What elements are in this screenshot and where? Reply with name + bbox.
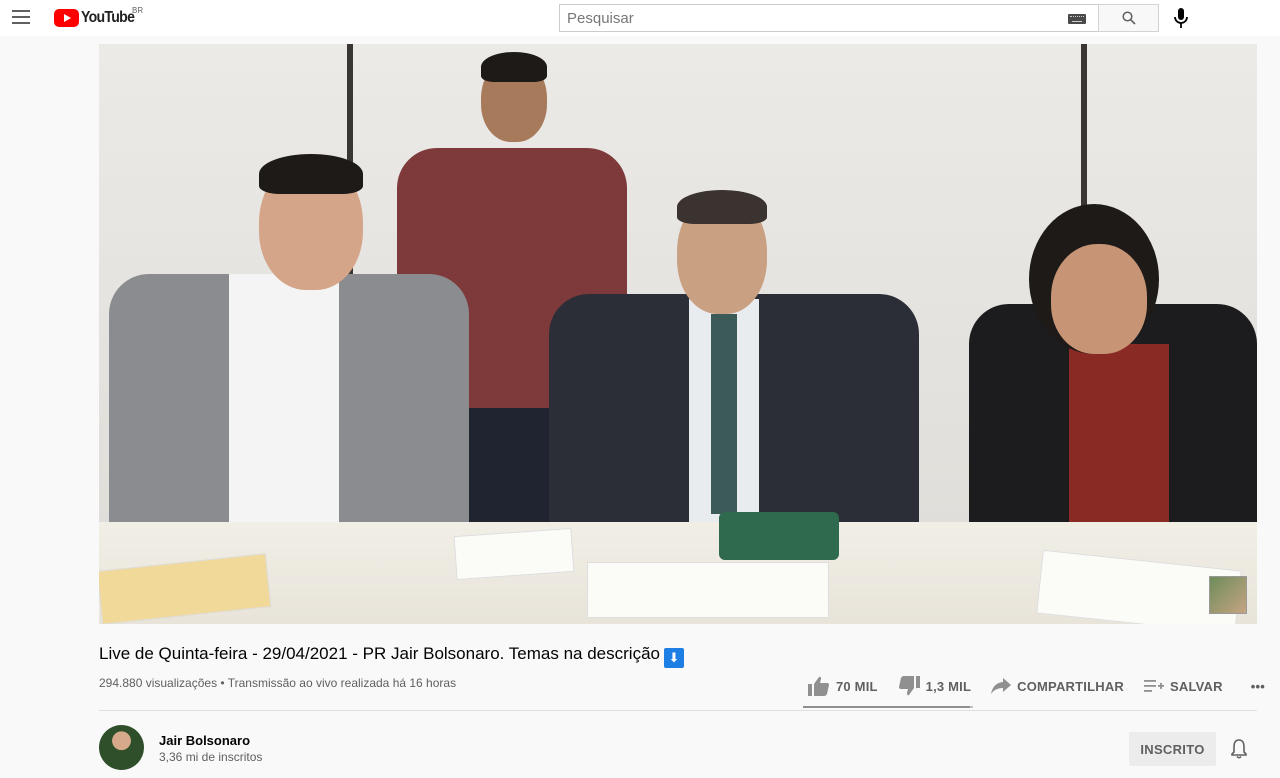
dislike-button[interactable]: 1,3 MIL: [898, 676, 971, 696]
passport-folder: [719, 512, 839, 560]
search-input[interactable]: [560, 5, 1050, 31]
microphone-icon[interactable]: [1172, 7, 1190, 29]
save-button[interactable]: SALVAR: [1144, 679, 1223, 694]
share-icon: [991, 678, 1012, 694]
like-button[interactable]: 70 MIL: [808, 676, 878, 696]
meta-separator: •: [217, 676, 228, 690]
more-actions-button[interactable]: •••: [1245, 679, 1265, 694]
dislike-count: 1,3 MIL: [925, 678, 972, 694]
video-meta: 294.880 visualizações • Transmissão ao v…: [99, 676, 456, 690]
person-center: [549, 190, 919, 554]
person-right: [969, 204, 1257, 564]
keyboard-icon[interactable]: [1068, 14, 1086, 24]
document: [453, 527, 575, 581]
person-left: [109, 154, 469, 574]
country-code: BR: [132, 6, 144, 15]
stream-info: Transmissão ao vivo realizada há 16 hora…: [227, 676, 457, 690]
subscribed-button[interactable]: INSCRITO: [1129, 732, 1216, 766]
like-count: 70 MIL: [836, 678, 878, 694]
more-icon: •••: [1250, 678, 1265, 694]
arrow-down-emoji-icon: ⬇: [663, 648, 684, 668]
document: [587, 562, 829, 618]
thumbs-down-icon: [898, 676, 920, 696]
sentiment-bar: [803, 706, 973, 708]
share-button[interactable]: COMPARTILHAR: [991, 678, 1124, 694]
video-title-text: Live de Quinta-feira - 29/04/2021 - PR J…: [99, 644, 660, 663]
thumbs-up-icon: [808, 676, 829, 696]
search-bar: [559, 4, 1159, 32]
logo-wordmark: YouTube: [81, 9, 135, 26]
video-player[interactable]: [99, 44, 1257, 624]
save-label: SALVAR: [1170, 678, 1223, 694]
notification-bell-icon[interactable]: [1230, 739, 1248, 759]
channel-name[interactable]: Jair Bolsonaro: [159, 733, 250, 748]
search-button[interactable]: [1098, 4, 1159, 32]
document: [99, 553, 272, 624]
masthead: YouTube BR: [0, 0, 1280, 36]
channel-watermark[interactable]: [1209, 576, 1247, 614]
playlist-add-icon: [1144, 680, 1164, 692]
table: [99, 512, 1257, 624]
share-label: COMPARTILHAR: [1017, 678, 1124, 694]
view-count: 294.880 visualizações: [99, 676, 218, 690]
divider: [99, 710, 1257, 711]
action-bar: 70 MIL 1,3 MIL COMPARTILHAR SALVAR •••: [808, 674, 1265, 698]
search-icon: [1121, 11, 1136, 25]
youtube-play-icon: [54, 9, 79, 27]
sentiment-bar-fill: [803, 706, 970, 708]
menu-icon[interactable]: [12, 10, 30, 24]
subscriber-count: 3,36 mi de inscritos: [159, 750, 263, 764]
youtube-logo[interactable]: YouTube BR: [54, 6, 144, 29]
channel-avatar[interactable]: [99, 725, 144, 770]
search-box: [559, 4, 1098, 32]
video-title: Live de Quinta-feira - 29/04/2021 - PR J…: [99, 644, 684, 668]
